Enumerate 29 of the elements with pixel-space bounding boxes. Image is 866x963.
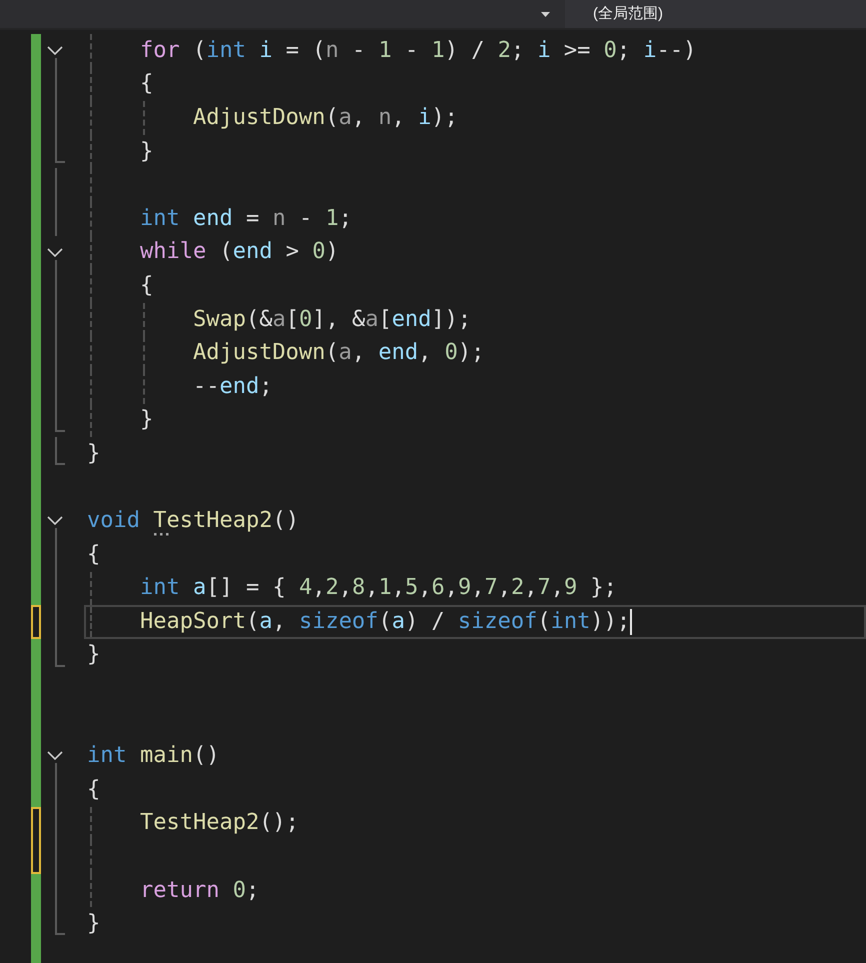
collapse-chevron-icon[interactable]	[47, 751, 63, 760]
code-line: int end = n - 1;	[138, 204, 352, 233]
code-line: }	[138, 406, 154, 434]
code-line: TestHeap2();	[138, 809, 299, 838]
code-line: Swap(&a[0], &a[end]);	[192, 306, 472, 334]
code-line: return 0;	[138, 876, 260, 905]
code-line: int main()	[87, 742, 220, 770]
collapse-chevron-icon[interactable]	[47, 248, 63, 257]
scope-dropdown[interactable]: (全局范围)	[565, 0, 866, 28]
code-line: for (int i = (n - 1 - 1) / 2; i >= 0; i--)	[138, 36, 696, 65]
code-line: }	[87, 440, 100, 468]
code-line: {	[87, 540, 100, 569]
code-line: HeapSort(a, sizeof(a) / sizeof(int));	[138, 608, 630, 636]
code-line: AdjustDown(a, n, i);	[192, 104, 458, 132]
collapse-chevron-icon[interactable]	[47, 516, 63, 526]
code-line: --end;	[192, 372, 272, 401]
text-cursor	[630, 608, 632, 635]
code-line: {	[138, 272, 154, 300]
code-line: {	[138, 70, 154, 98]
code-line: void TestHeap2()	[87, 507, 299, 536]
collapse-chevron-icon[interactable]	[47, 46, 63, 55]
code-line: int a[] = { 4,2,8,1,5,6,9,7,2,7,9 };	[138, 574, 617, 602]
code-line: }	[138, 138, 154, 166]
code-line: }	[87, 910, 100, 938]
code-line: }	[87, 641, 100, 670]
caret-icon	[541, 12, 550, 16]
code-line: {	[87, 776, 100, 804]
code-line: while (end > 0)	[138, 238, 339, 266]
code-line: AdjustDown(a, end, 0);	[192, 339, 484, 368]
